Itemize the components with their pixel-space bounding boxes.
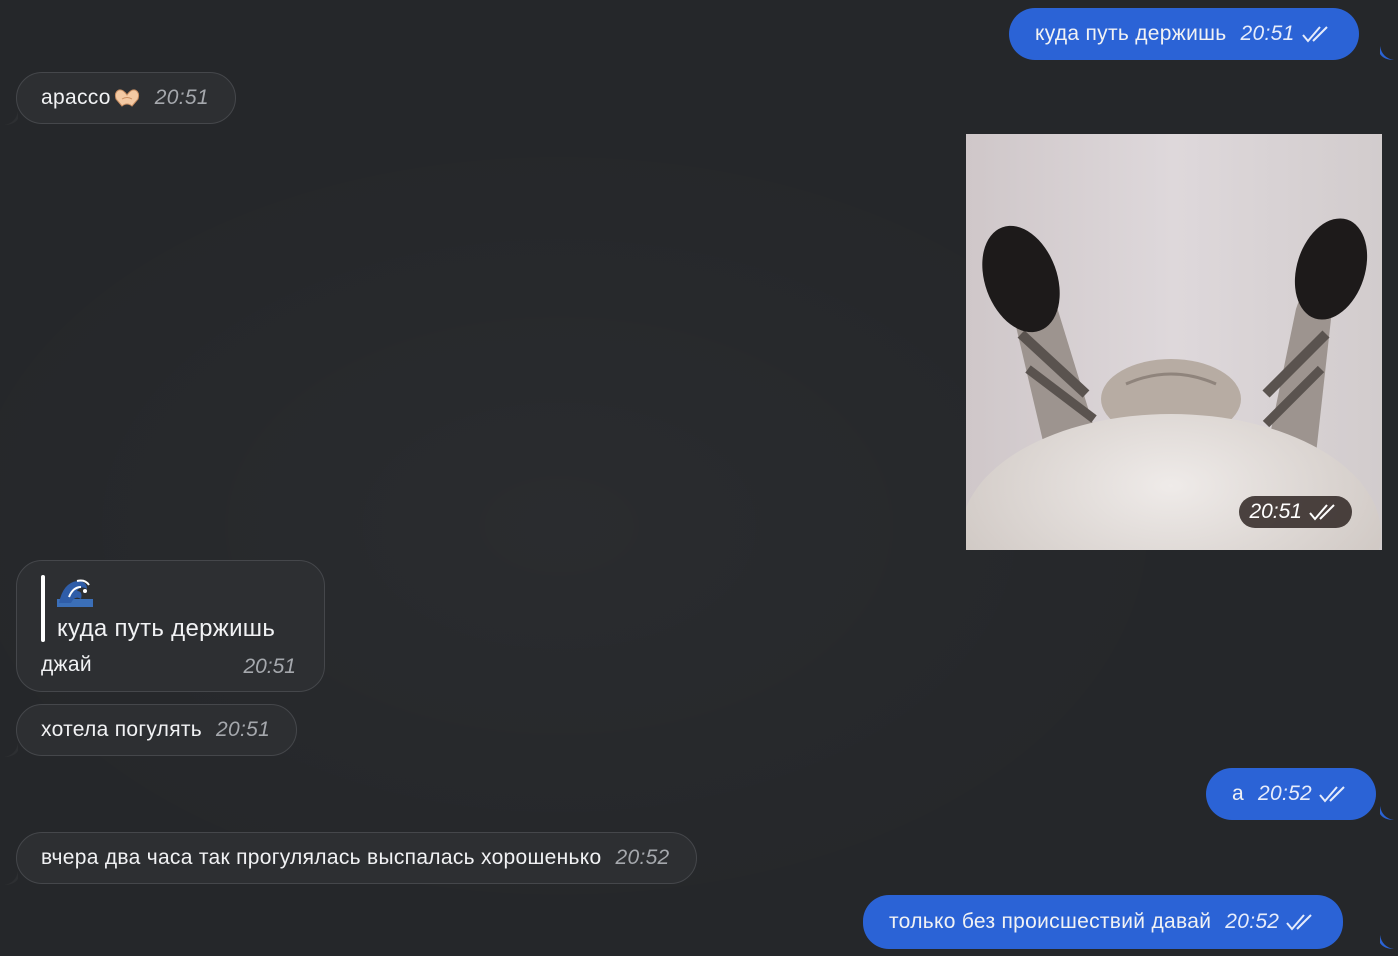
double-check-icon bbox=[1309, 504, 1335, 521]
outgoing-message[interactable]: а 20:52 bbox=[1206, 768, 1377, 820]
outgoing-message[interactable]: куда путь держишь 20:51 bbox=[1009, 8, 1359, 60]
reply-quote-text: куда путь держишь bbox=[57, 615, 276, 642]
chat-area: куда путь держишь 20:51 арассо 20:51 20:… bbox=[0, 0, 1398, 956]
bubble-tail bbox=[1380, 935, 1394, 949]
message-time: 20:52 bbox=[1257, 782, 1313, 805]
message-text: только без происшествий давай bbox=[889, 910, 1212, 933]
outgoing-message[interactable]: только без происшествий давай 20:52 bbox=[863, 895, 1344, 949]
double-check-icon bbox=[1301, 26, 1328, 43]
incoming-reply-message[interactable]: куда путь держишь джай 20:51 bbox=[16, 560, 325, 692]
incoming-message[interactable]: хотела погулять 20:51 bbox=[16, 704, 298, 756]
incoming-message[interactable]: арассо 20:51 bbox=[16, 72, 236, 124]
photo-timestamp: 20:51 bbox=[1239, 496, 1352, 528]
message-text: вчера два часа так прогулялась выспалась… bbox=[41, 846, 602, 869]
incoming-message[interactable]: вчера два часа так прогулялась выспалась… bbox=[16, 832, 697, 884]
message-time: 20:51 bbox=[1249, 500, 1302, 523]
message-time: 20:51 bbox=[243, 655, 296, 678]
message-time: 20:52 bbox=[615, 846, 670, 869]
wave-icon bbox=[57, 579, 93, 607]
double-check-icon bbox=[1286, 914, 1313, 931]
message-text: хотела погулять bbox=[41, 718, 203, 741]
cat-photo bbox=[966, 218, 1381, 550]
reply-quote-bar bbox=[41, 575, 45, 642]
heart-hands-icon bbox=[114, 89, 139, 107]
message-time: 20:51 bbox=[1240, 22, 1295, 45]
message-time: 20:51 bbox=[154, 86, 209, 109]
double-check-icon bbox=[1319, 786, 1345, 803]
message-text: арассо bbox=[41, 86, 111, 109]
bubble-tail bbox=[4, 743, 18, 757]
bubble-tail bbox=[4, 871, 18, 885]
photo-message[interactable]: 20:51 bbox=[966, 134, 1382, 550]
message-text: куда путь держишь bbox=[1035, 22, 1227, 45]
message-time: 20:51 bbox=[216, 718, 271, 741]
bubble-tail bbox=[4, 111, 18, 125]
message-text: а bbox=[1232, 782, 1244, 805]
message-text: джай bbox=[41, 653, 92, 676]
bubble-tail bbox=[1380, 806, 1394, 820]
bubble-tail bbox=[1380, 46, 1394, 60]
message-time: 20:52 bbox=[1225, 910, 1280, 933]
